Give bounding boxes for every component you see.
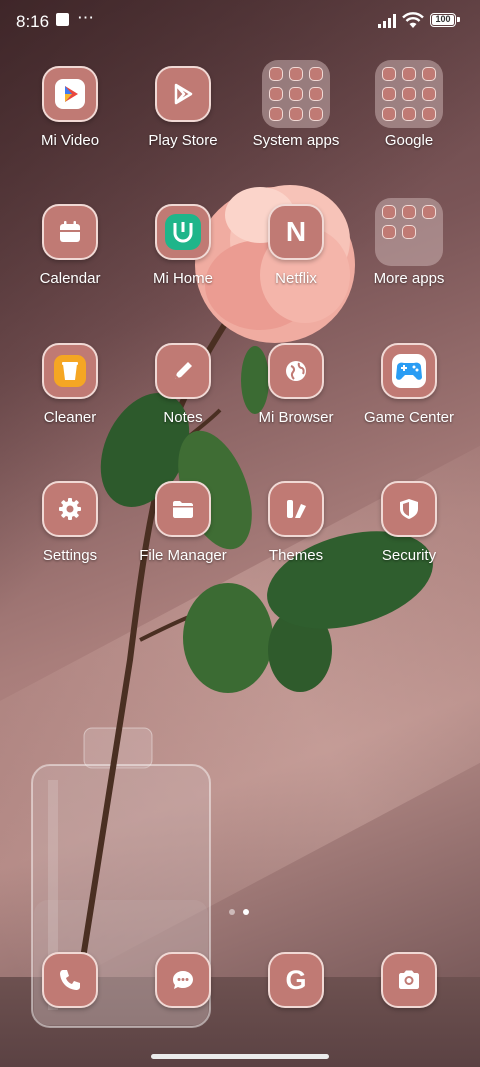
app-label: Security [381, 547, 437, 564]
mi-video-icon [42, 66, 98, 122]
app-notes[interactable]: Notes [127, 343, 239, 426]
app-game-center[interactable]: Game Center [353, 343, 465, 426]
home-indicator[interactable] [151, 1054, 329, 1059]
dock-messages[interactable] [127, 952, 239, 1008]
app-label: Netflix [275, 270, 317, 287]
folder-icon [262, 60, 330, 128]
app-label: File Manager [139, 547, 227, 564]
gear-icon [42, 481, 98, 537]
folder-file-icon [155, 481, 211, 537]
notification-icon [56, 13, 69, 26]
game-center-icon [381, 343, 437, 399]
app-label: More apps [373, 270, 445, 287]
cleaner-icon [42, 343, 98, 399]
folder-google[interactable]: Google [353, 60, 465, 149]
page-dot[interactable] [229, 909, 235, 915]
page-dot-active[interactable] [243, 909, 249, 915]
google-icon: G [268, 952, 324, 1008]
netflix-icon: N [268, 204, 324, 260]
app-security[interactable]: Security [353, 481, 465, 564]
notes-icon [155, 343, 211, 399]
status-time: 8:16 [16, 12, 50, 31]
wifi-icon [402, 12, 424, 28]
app-label: Themes [268, 547, 324, 564]
app-label: Mi Video [40, 132, 100, 149]
app-play-store[interactable]: Play Store [127, 66, 239, 149]
signal-icon [378, 14, 396, 28]
app-calendar[interactable]: Calendar [14, 204, 126, 287]
folder-icon [375, 60, 443, 128]
battery-level: 100 [432, 15, 454, 25]
app-label: Play Store [148, 132, 218, 149]
app-label: Settings [42, 547, 98, 564]
app-mi-browser[interactable]: Mi Browser [240, 343, 352, 426]
camera-icon [381, 952, 437, 1008]
battery-icon: 100 [430, 13, 460, 27]
dock-camera[interactable] [353, 952, 465, 1008]
themes-icon [268, 481, 324, 537]
netflix-glyph: N [285, 216, 307, 247]
app-label: Google [384, 132, 434, 149]
calendar-icon [42, 204, 98, 260]
page-indicator [229, 909, 249, 915]
app-cleaner[interactable]: Cleaner [14, 343, 126, 426]
folder-icon [375, 198, 443, 266]
app-label: System apps [252, 132, 340, 149]
more-notifications-icon: ⋯ [77, 8, 95, 27]
app-label: Notes [163, 409, 203, 426]
messages-icon [155, 952, 211, 1008]
mi-home-icon [155, 204, 211, 260]
shield-icon [381, 481, 437, 537]
app-label: Mi Browser [258, 409, 334, 426]
app-label: Game Center [363, 409, 455, 426]
app-mi-video[interactable]: Mi Video [14, 66, 126, 149]
app-mi-home[interactable]: Mi Home [127, 204, 239, 287]
play-store-icon [155, 66, 211, 122]
dock-google[interactable]: G [240, 952, 352, 1008]
app-file-manager[interactable]: File Manager [127, 481, 239, 564]
app-label: Cleaner [43, 409, 97, 426]
folder-more-apps[interactable]: More apps [353, 198, 465, 287]
status-bar: 8:16 ⋯ 100 [0, 0, 480, 42]
app-netflix[interactable]: N Netflix [240, 204, 352, 287]
dock-phone[interactable] [14, 952, 126, 1008]
app-settings[interactable]: Settings [14, 481, 126, 564]
app-label: Mi Home [152, 270, 213, 287]
folder-system-apps[interactable]: System apps [240, 60, 352, 149]
google-glyph: G [285, 964, 307, 995]
phone-icon [42, 952, 98, 1008]
app-themes[interactable]: Themes [240, 481, 352, 564]
browser-icon [268, 343, 324, 399]
app-label: Calendar [39, 270, 101, 287]
